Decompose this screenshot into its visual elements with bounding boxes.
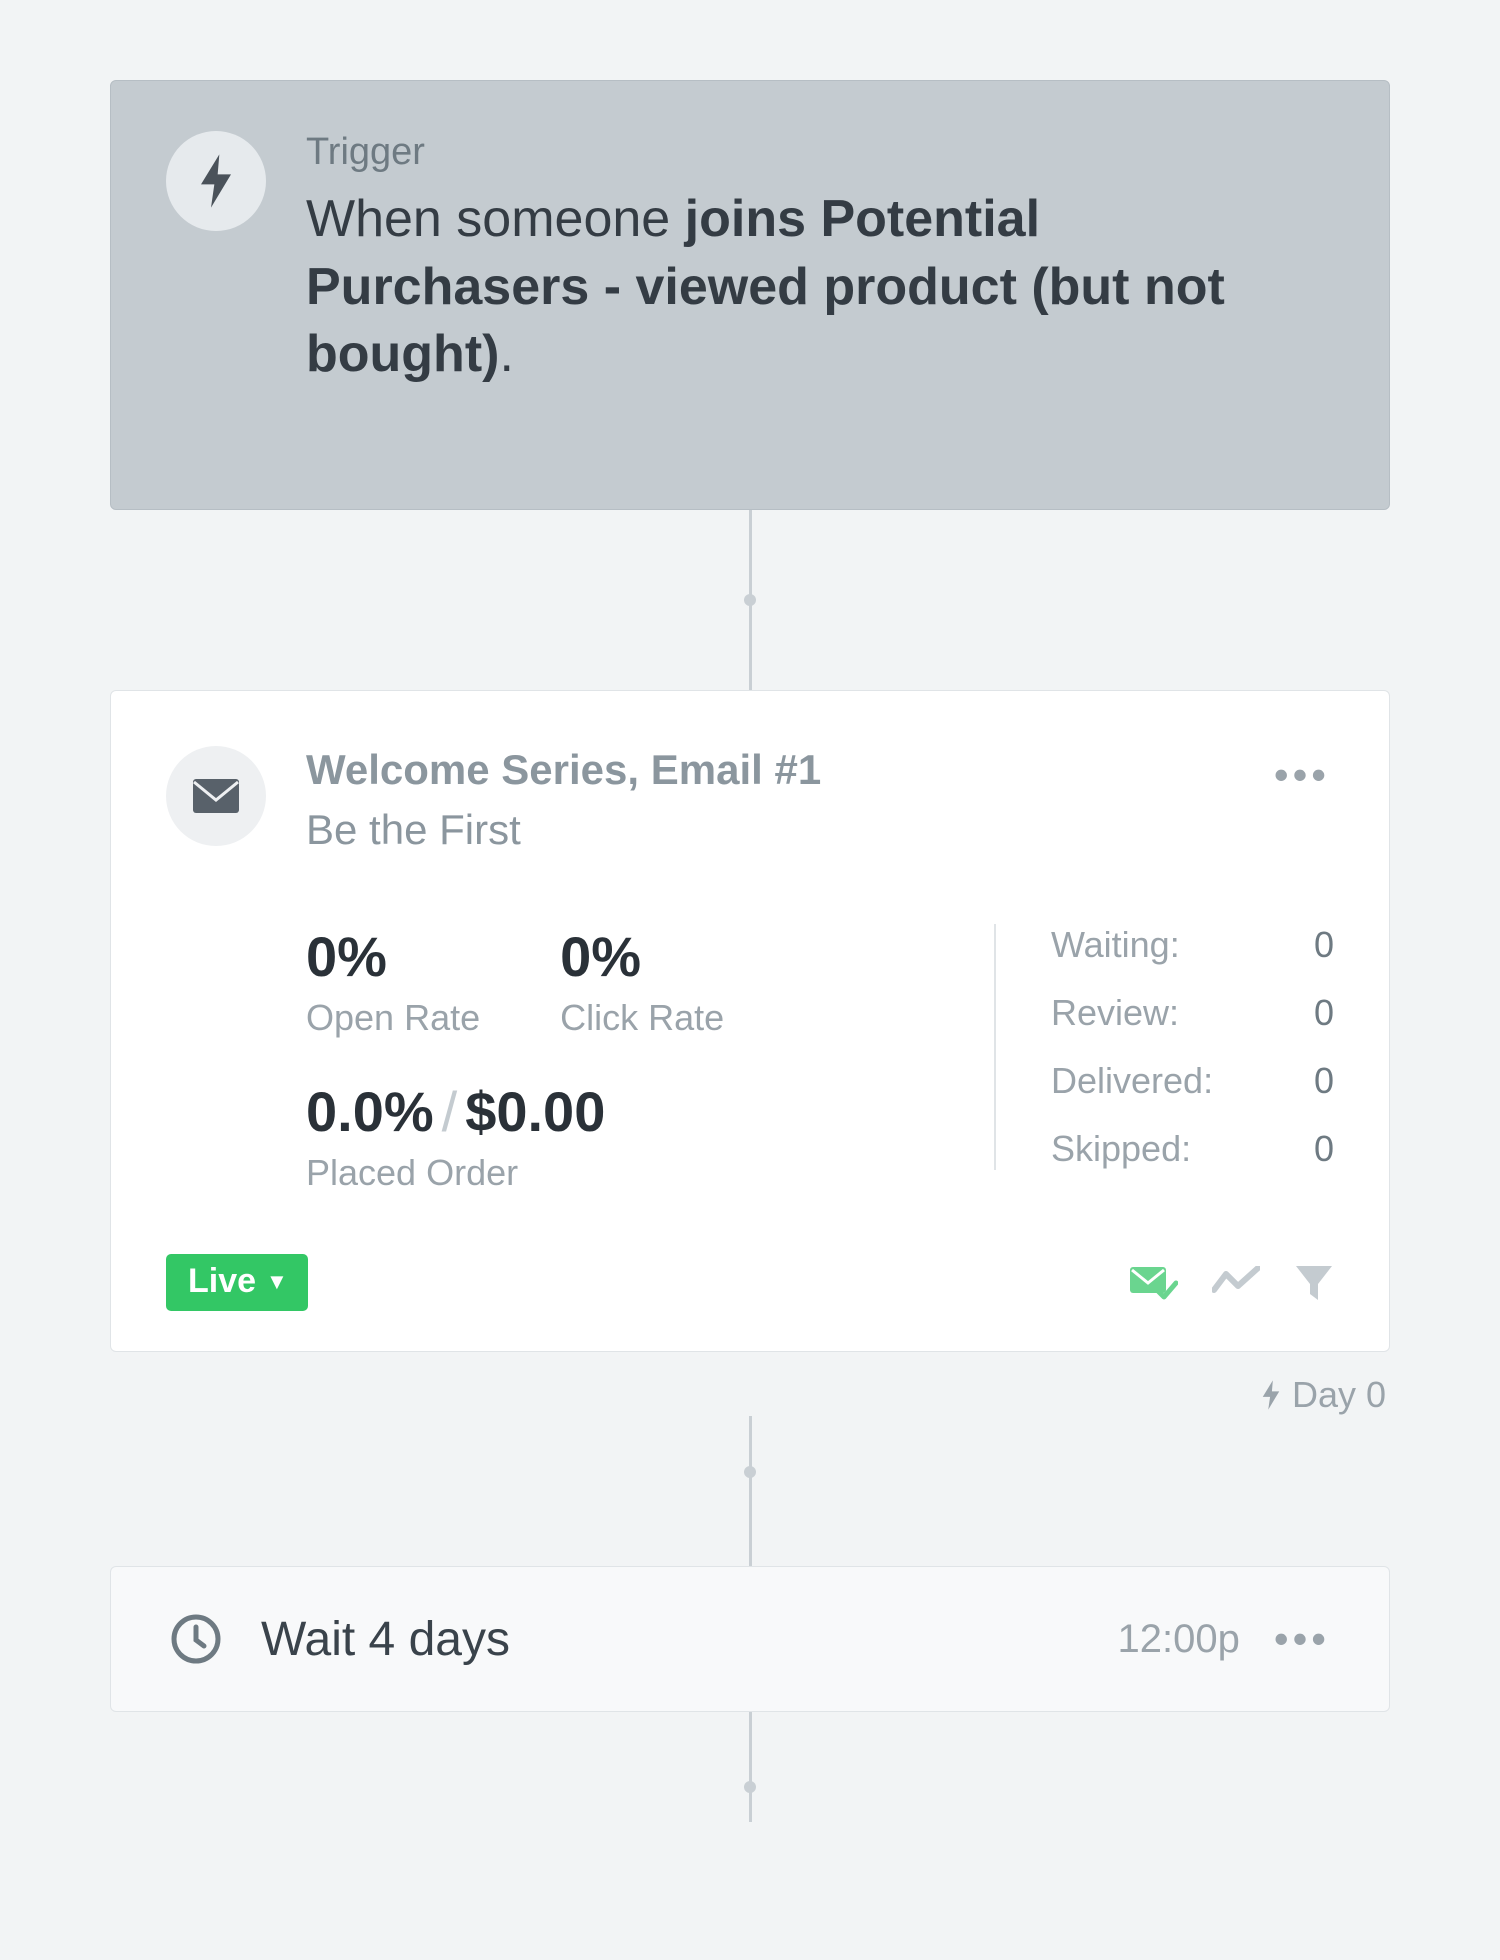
wait-time: 12:00p (1118, 1617, 1240, 1662)
waiting-label: Waiting: (1051, 924, 1180, 966)
wait-text: Wait 4 days (261, 1612, 1118, 1667)
clock-icon (166, 1609, 226, 1669)
placed-order-label: Placed Order (306, 1152, 954, 1194)
wait-more-menu-button[interactable]: ••• (1270, 1610, 1334, 1668)
analytics-icon[interactable] (1212, 1266, 1260, 1300)
envelope-icon (166, 746, 266, 846)
add-step-dot[interactable] (744, 594, 756, 606)
click-rate-stat: 0% Click Rate (560, 924, 724, 1039)
filter-icon[interactable] (1294, 1264, 1334, 1302)
trigger-label: Trigger (306, 131, 1319, 174)
day-label-text: Day 0 (1292, 1374, 1386, 1416)
add-step-dot[interactable] (744, 1466, 756, 1478)
trigger-card[interactable]: Trigger When someone joins Potential Pur… (110, 80, 1390, 510)
wait-card[interactable]: Wait 4 days 12:00p ••• (110, 1566, 1390, 1712)
open-rate-value: 0% (306, 924, 480, 989)
lightning-icon (166, 131, 266, 231)
email-title: Welcome Series, Email #1 (306, 746, 1270, 794)
add-step-dot[interactable] (744, 1781, 756, 1793)
placed-order-amount: $0.00 (465, 1080, 605, 1143)
click-rate-label: Click Rate (560, 997, 724, 1039)
connector (110, 1712, 1390, 1822)
email-stats-left: 0% Open Rate 0% Click Rate 0.0%/$0.00 Pl… (306, 924, 994, 1194)
status-label: Live (188, 1262, 256, 1301)
review-label: Review: (1051, 992, 1179, 1034)
trigger-suffix: . (499, 325, 513, 383)
smart-send-icon[interactable] (1128, 1263, 1178, 1303)
trigger-description: When someone joins Potential Purchasers … (306, 186, 1319, 389)
email-counts: Waiting: 0 Review: 0 Delivered: 0 Skippe… (994, 924, 1334, 1170)
email-card[interactable]: Welcome Series, Email #1 Be the First ••… (110, 690, 1390, 1352)
placed-order-stat: 0.0%/$0.00 Placed Order (306, 1079, 954, 1194)
delivered-value: 0 (1314, 1060, 1334, 1102)
day-indicator: Day 0 (110, 1374, 1386, 1416)
click-rate-value: 0% (560, 924, 724, 989)
open-rate-stat: 0% Open Rate (306, 924, 480, 1039)
review-value: 0 (1314, 992, 1334, 1034)
skipped-value: 0 (1314, 1128, 1334, 1170)
connector (110, 1416, 1390, 1566)
lightning-small-icon (1260, 1380, 1282, 1410)
waiting-value: 0 (1314, 924, 1334, 966)
flow-container: Trigger When someone joins Potential Pur… (110, 80, 1390, 1822)
connector (110, 510, 1390, 690)
more-menu-button[interactable]: ••• (1270, 746, 1334, 804)
trigger-prefix: When someone (306, 190, 685, 248)
skipped-label: Skipped: (1051, 1128, 1191, 1170)
caret-down-icon: ▼ (266, 1269, 288, 1295)
status-dropdown[interactable]: Live ▼ (166, 1254, 308, 1311)
placed-order-pct: 0.0% (306, 1080, 434, 1143)
delivered-label: Delivered: (1051, 1060, 1213, 1102)
open-rate-label: Open Rate (306, 997, 480, 1039)
email-subtitle: Be the First (306, 806, 1270, 854)
